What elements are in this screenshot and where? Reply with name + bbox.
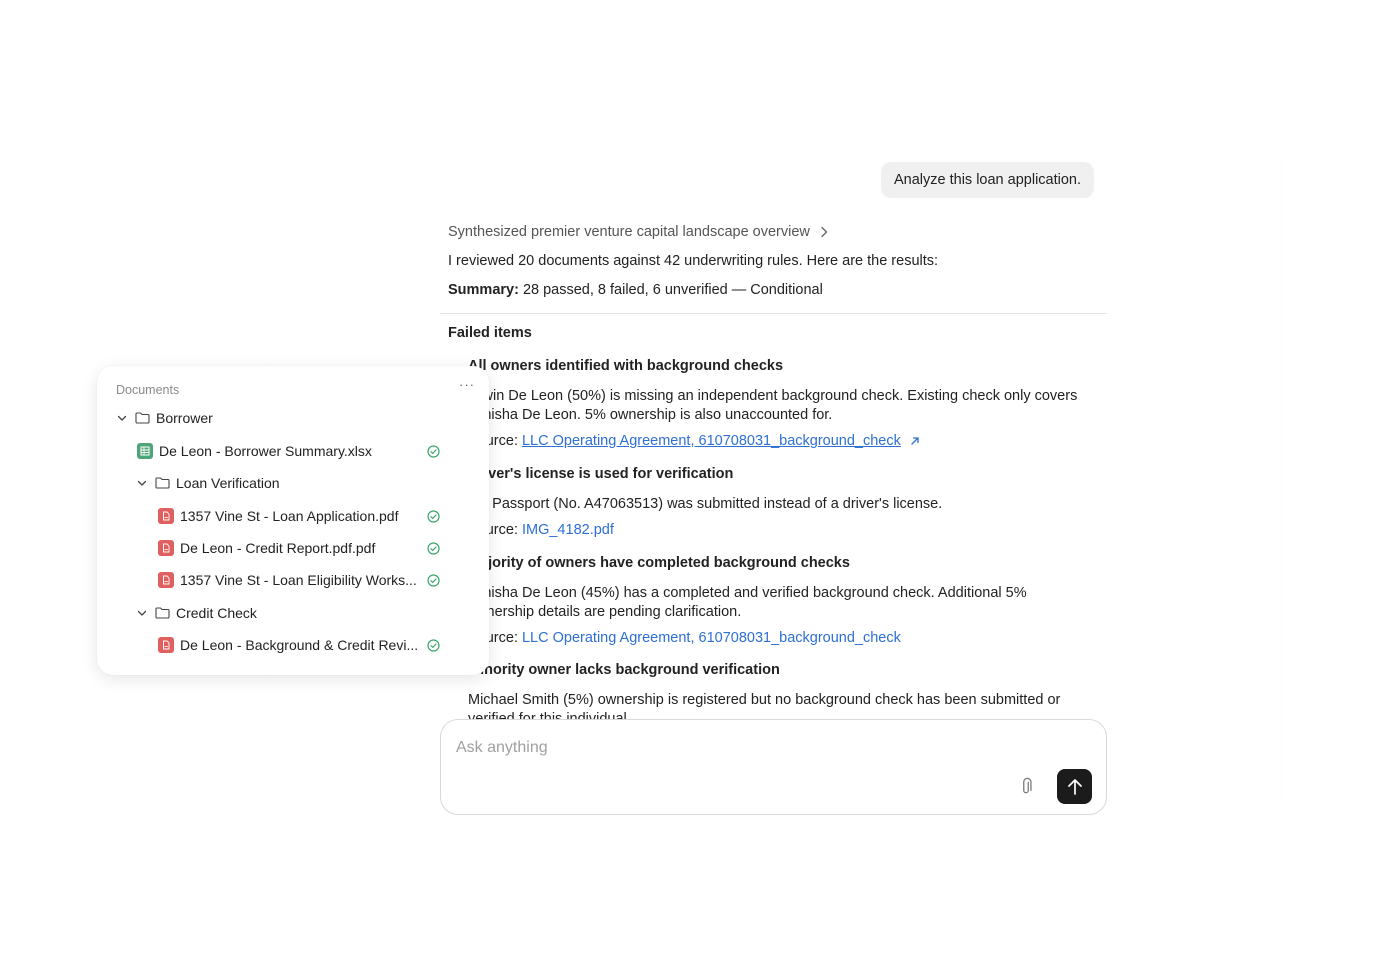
- section-title: Failed items: [448, 325, 532, 341]
- pdf-icon: [158, 637, 174, 653]
- item-source: Source: LLC Operating Agreement, 6107080…: [468, 630, 901, 646]
- item-body: Tanisha De Leon (45%) has a completed an…: [468, 585, 1027, 620]
- more-options-button[interactable]: ···: [459, 377, 475, 392]
- folder-credit-check[interactable]: Credit Check: [135, 602, 257, 624]
- attach-button[interactable]: [1019, 776, 1039, 798]
- tree-label: Credit Check: [176, 605, 257, 621]
- send-button[interactable]: [1057, 769, 1092, 804]
- file-loan-eligibility[interactable]: 1357 Vine St - Loan Eligibility Works...: [158, 569, 417, 591]
- source-link[interactable]: LLC Operating Agreement, 610708031_backg…: [522, 433, 901, 449]
- thinking-label: Synthesized premier venture capital land…: [448, 224, 810, 240]
- check-circle-icon: [427, 542, 440, 555]
- source-link[interactable]: LLC Operating Agreement, 610708031_backg…: [522, 630, 901, 646]
- folder-borrower[interactable]: Borrower: [115, 407, 213, 429]
- thinking-disclosure[interactable]: Synthesized premier venture capital land…: [448, 222, 828, 242]
- folder-loan-verification[interactable]: Loan Verification: [135, 472, 280, 494]
- item-title: Majority of owners have completed backgr…: [468, 555, 850, 571]
- item-title: Driver's license is used for verificatio…: [468, 466, 734, 482]
- source-link[interactable]: IMG_4182.pdf: [522, 522, 614, 538]
- chevron-down-icon: [135, 606, 149, 620]
- pdf-icon: [158, 572, 174, 588]
- tree-label: De Leon - Borrower Summary.xlsx: [159, 443, 372, 459]
- file-background-credit[interactable]: De Leon - Background & Credit Revi...: [158, 634, 418, 656]
- user-message: Analyze this loan application.: [881, 162, 1095, 198]
- external-link-icon[interactable]: [909, 435, 921, 447]
- item-title: All owners identified with background ch…: [468, 358, 784, 374]
- summary-line: Summary: 28 passed, 8 failed, 6 unverifi…: [448, 282, 823, 298]
- check-circle-icon: [427, 510, 440, 523]
- tree-label: De Leon - Credit Report.pdf.pdf: [180, 540, 376, 556]
- documents-header: Documents: [116, 383, 180, 397]
- chat-input-box: [440, 719, 1107, 815]
- divider: [440, 313, 1107, 314]
- tree-label: Borrower: [156, 410, 213, 426]
- folder-icon: [155, 477, 170, 489]
- tree-label: De Leon - Background & Credit Revi...: [180, 637, 419, 653]
- tree-label: Loan Verification: [176, 475, 280, 491]
- folder-icon: [155, 607, 170, 619]
- summary-text: 28 passed, 8 failed, 6 unverified — Cond…: [522, 282, 823, 298]
- check-circle-icon: [427, 445, 440, 458]
- item-body: Michael Smith (5%) ownership is register…: [468, 692, 1061, 720]
- pdf-icon: [158, 508, 174, 524]
- file-loan-application[interactable]: 1357 Vine St - Loan Application.pdf: [158, 505, 398, 527]
- paperclip-icon: [1023, 777, 1032, 794]
- check-circle-icon: [427, 639, 440, 652]
- file-borrower-summary[interactable]: De Leon - Borrower Summary.xlsx: [137, 440, 372, 462]
- check-circle-icon: [427, 574, 440, 587]
- response-scroll-area[interactable]: All owners identified with background ch…: [440, 352, 1107, 720]
- item-body: US Passport (No. A47063513) was submitte…: [468, 496, 943, 512]
- pdf-icon: [158, 540, 174, 556]
- intro-text: I reviewed 20 documents against 42 under…: [448, 253, 939, 269]
- documents-panel: Documents ··· Borrower De Leon - Borrowe…: [97, 366, 489, 675]
- item-title: Minority owner lacks background verifica…: [468, 662, 780, 678]
- arrow-up-icon: [1067, 778, 1082, 795]
- chat-input[interactable]: [456, 734, 996, 762]
- chevron-down-icon: [115, 411, 129, 425]
- item-source: Source: IMG_4182.pdf: [468, 522, 614, 538]
- item-source: Source: LLC Operating Agreement, 6107080…: [468, 433, 921, 449]
- chevron-right-icon: [821, 226, 828, 238]
- file-credit-report[interactable]: De Leon - Credit Report.pdf.pdf: [158, 537, 375, 559]
- tree-label: 1357 Vine St - Loan Application.pdf: [180, 508, 399, 524]
- spreadsheet-icon: [137, 443, 153, 459]
- item-body: Erwin De Leon (50%) is missing an indepe…: [468, 388, 1078, 423]
- tree-label: 1357 Vine St - Loan Eligibility Works...: [180, 572, 417, 588]
- summary-label: Summary:: [448, 282, 519, 298]
- folder-icon: [135, 412, 150, 424]
- chevron-down-icon: [135, 476, 149, 490]
